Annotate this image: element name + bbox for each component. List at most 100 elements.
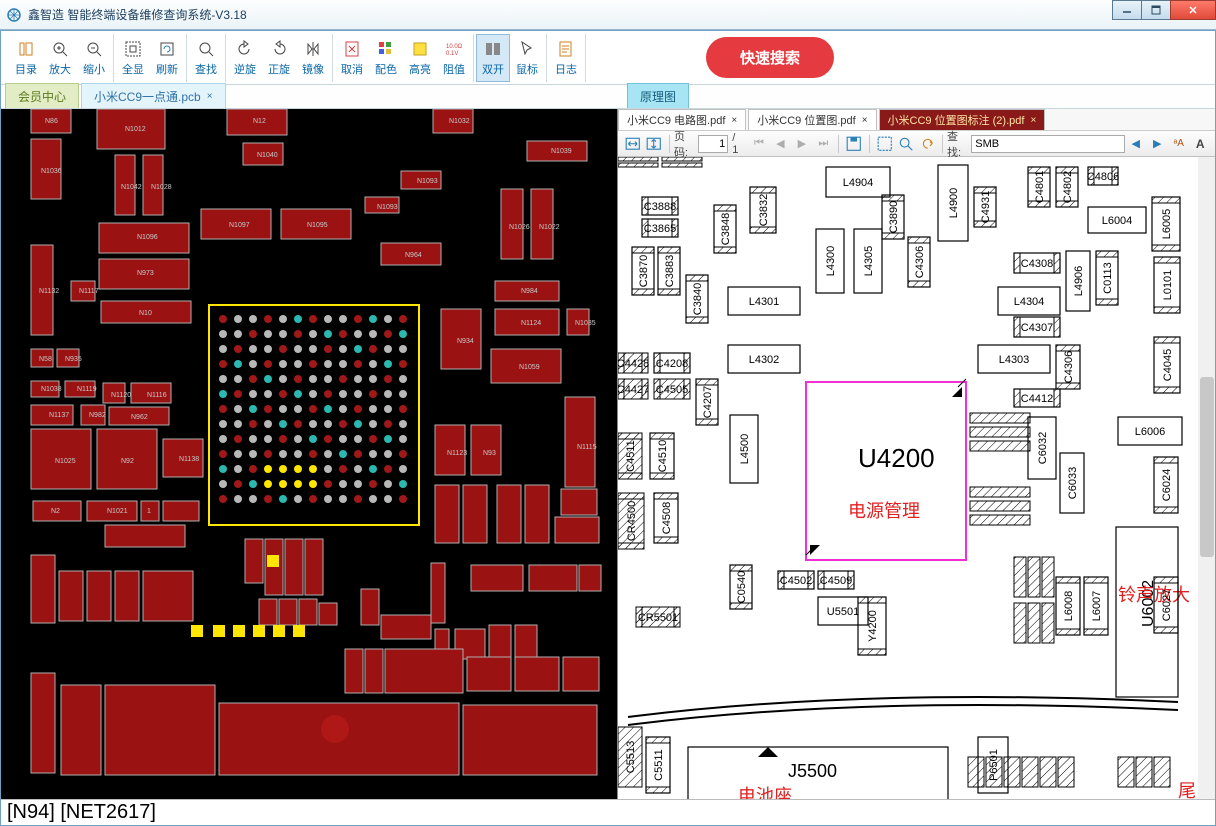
pdf-tab-bar: 小米CC9 电路图.pdf× 小米CC9 位置图.pdf× 小米CC9 位置图标… [618, 109, 1215, 131]
minimize-button[interactable] [1112, 0, 1142, 20]
svg-text:N1042: N1042 [121, 184, 142, 191]
svg-text:N93: N93 [483, 450, 496, 457]
svg-text:C4307: C4307 [1021, 322, 1053, 334]
svg-text:10.0Ω: 10.0Ω [446, 44, 463, 50]
tool-zoom-in[interactable]: 放大 [43, 34, 77, 82]
page-label: 页码: [674, 128, 698, 160]
find-next-icon[interactable]: ▶ [1149, 135, 1166, 153]
marquee-icon[interactable] [876, 135, 893, 153]
zoom-out-icon [84, 39, 104, 59]
mirror-icon [303, 39, 323, 59]
page-input[interactable] [698, 135, 728, 153]
prev-page-icon[interactable]: ◀ [772, 135, 789, 153]
svg-text:N1012: N1012 [125, 126, 146, 133]
pdf-toolbar: 页码: / 1 ⏮ ◀ ▶ ⏭ 查找: ◀ ▶ ᵃA A [618, 131, 1215, 157]
svg-text:C6032: C6032 [1037, 432, 1049, 464]
tool-palette[interactable]: 配色 [369, 34, 403, 82]
tool-rotate-ccw[interactable]: 逆旋 [228, 34, 262, 82]
svg-text:N1028: N1028 [151, 184, 172, 191]
cursor-icon [517, 39, 537, 59]
tool-resistor[interactable]: 10.0Ω0.1V阻值 [437, 34, 471, 82]
u4200-annotation: 电源管理 [848, 501, 920, 521]
svg-text:C3888: C3888 [644, 201, 676, 213]
tool-rotate-cw[interactable]: 正旋 [262, 34, 296, 82]
highlight-icon [410, 39, 430, 59]
pdf-tab-2[interactable]: 小米CC9 位置图标注 (2).pdf× [879, 109, 1046, 130]
svg-text:N1097: N1097 [229, 222, 250, 229]
search-icon [196, 39, 216, 59]
next-page-icon[interactable]: ▶ [793, 135, 810, 153]
tool-log[interactable]: 日志 [549, 34, 583, 82]
quick-search[interactable]: 快速搜索 [706, 37, 834, 78]
left-tabs: 会员中心 小米CC9一点通.pcb× [1, 85, 617, 109]
svg-text:N1032: N1032 [449, 118, 470, 125]
j5500-annotation: 电池座 [738, 786, 792, 799]
tool-fit[interactable]: 全显 [116, 34, 150, 82]
svg-text:C0540: C0540 [736, 571, 748, 603]
svg-text:N984: N984 [521, 288, 538, 295]
tool-cancel[interactable]: 取消 [335, 34, 369, 82]
fit-page-icon[interactable] [645, 135, 662, 153]
tab-member-center[interactable]: 会员中心 [5, 83, 79, 108]
pdf-view[interactable]: U4200 电源管理 U6002 铃声放大 J5500 电池座 尾 L4904L… [618, 157, 1215, 799]
save-icon[interactable] [845, 135, 862, 153]
whole-word-icon[interactable]: A [1191, 135, 1208, 153]
svg-text:C5511: C5511 [653, 749, 665, 781]
close-icon[interactable]: × [731, 115, 737, 126]
find-input[interactable] [971, 135, 1125, 153]
pdf-tab-1[interactable]: 小米CC9 位置图.pdf× [748, 109, 876, 130]
close-icon[interactable]: × [1030, 115, 1036, 126]
svg-text:N982: N982 [89, 412, 106, 419]
svg-text:CR4500: CR4500 [626, 501, 638, 541]
window-title: 鑫智造 智能终端设备维修查询系统-V3.18 [28, 6, 247, 23]
fit-width-icon[interactable] [624, 135, 641, 153]
zoom-tool-icon[interactable] [897, 135, 914, 153]
pcb-viewer[interactable]: N86N1012N12N1032N1036N1042N1028N1040N103… [1, 109, 617, 799]
tab-schematic[interactable]: 原理图 [627, 83, 689, 108]
svg-text:N1026: N1026 [509, 224, 530, 231]
svg-text:U5501: U5501 [827, 606, 859, 618]
last-page-icon[interactable]: ⏭ [815, 135, 832, 153]
tool-refresh[interactable]: 刷新 [150, 34, 184, 82]
svg-text:C4931: C4931 [980, 191, 992, 223]
tool-cursor[interactable]: 鼠标 [510, 34, 544, 82]
svg-text:N1132: N1132 [39, 288, 59, 295]
svg-text:N1119: N1119 [77, 386, 97, 393]
pcb-canvas[interactable]: N86N1012N12N1032N1036N1042N1028N1040N103… [1, 109, 617, 799]
close-button[interactable] [1170, 0, 1216, 20]
svg-text:C3890: C3890 [888, 201, 900, 233]
quick-search-button[interactable]: 快速搜索 [706, 37, 834, 78]
svg-text:N1117: N1117 [79, 288, 99, 295]
find-prev-icon[interactable]: ◀ [1127, 135, 1144, 153]
svg-text:N1095: N1095 [307, 222, 328, 229]
svg-text:1: 1 [147, 508, 151, 515]
tool-catalog[interactable]: 目录 [9, 34, 43, 82]
undo-view-icon[interactable] [919, 135, 936, 153]
svg-text:L4906: L4906 [1073, 266, 1085, 297]
svg-text:C5513: C5513 [625, 741, 637, 773]
svg-text:N934: N934 [457, 338, 474, 345]
svg-text:N1116: N1116 [147, 392, 167, 399]
tab-pcb-file[interactable]: 小米CC9一点通.pcb× [81, 83, 226, 108]
svg-text:N1036: N1036 [41, 168, 62, 175]
first-page-icon[interactable]: ⏮ [750, 135, 767, 153]
maximize-button[interactable] [1141, 0, 1171, 20]
tool-highlight[interactable]: 高亮 [403, 34, 437, 82]
pdf-tab-0[interactable]: 小米CC9 电路图.pdf× [618, 109, 746, 130]
svg-text:C3883: C3883 [664, 255, 676, 287]
svg-text:N10: N10 [139, 310, 152, 317]
svg-text:C4306: C4306 [1063, 351, 1075, 383]
close-icon[interactable]: × [207, 91, 213, 102]
tool-search[interactable]: 查找 [189, 34, 223, 82]
log-icon [556, 39, 576, 59]
svg-text:C3840: C3840 [692, 283, 704, 315]
svg-text:L4300: L4300 [825, 246, 837, 277]
tail-annotation: 尾 [1178, 781, 1196, 799]
tool-zoom-out[interactable]: 缩小 [77, 34, 111, 82]
tool-split[interactable]: 双开 [476, 34, 510, 82]
match-case-icon[interactable]: ᵃA [1170, 135, 1187, 153]
close-icon[interactable]: × [862, 115, 868, 126]
svg-text:C6024: C6024 [1161, 469, 1173, 501]
tool-mirror[interactable]: 镜像 [296, 34, 330, 82]
svg-text:N1093: N1093 [377, 204, 398, 211]
